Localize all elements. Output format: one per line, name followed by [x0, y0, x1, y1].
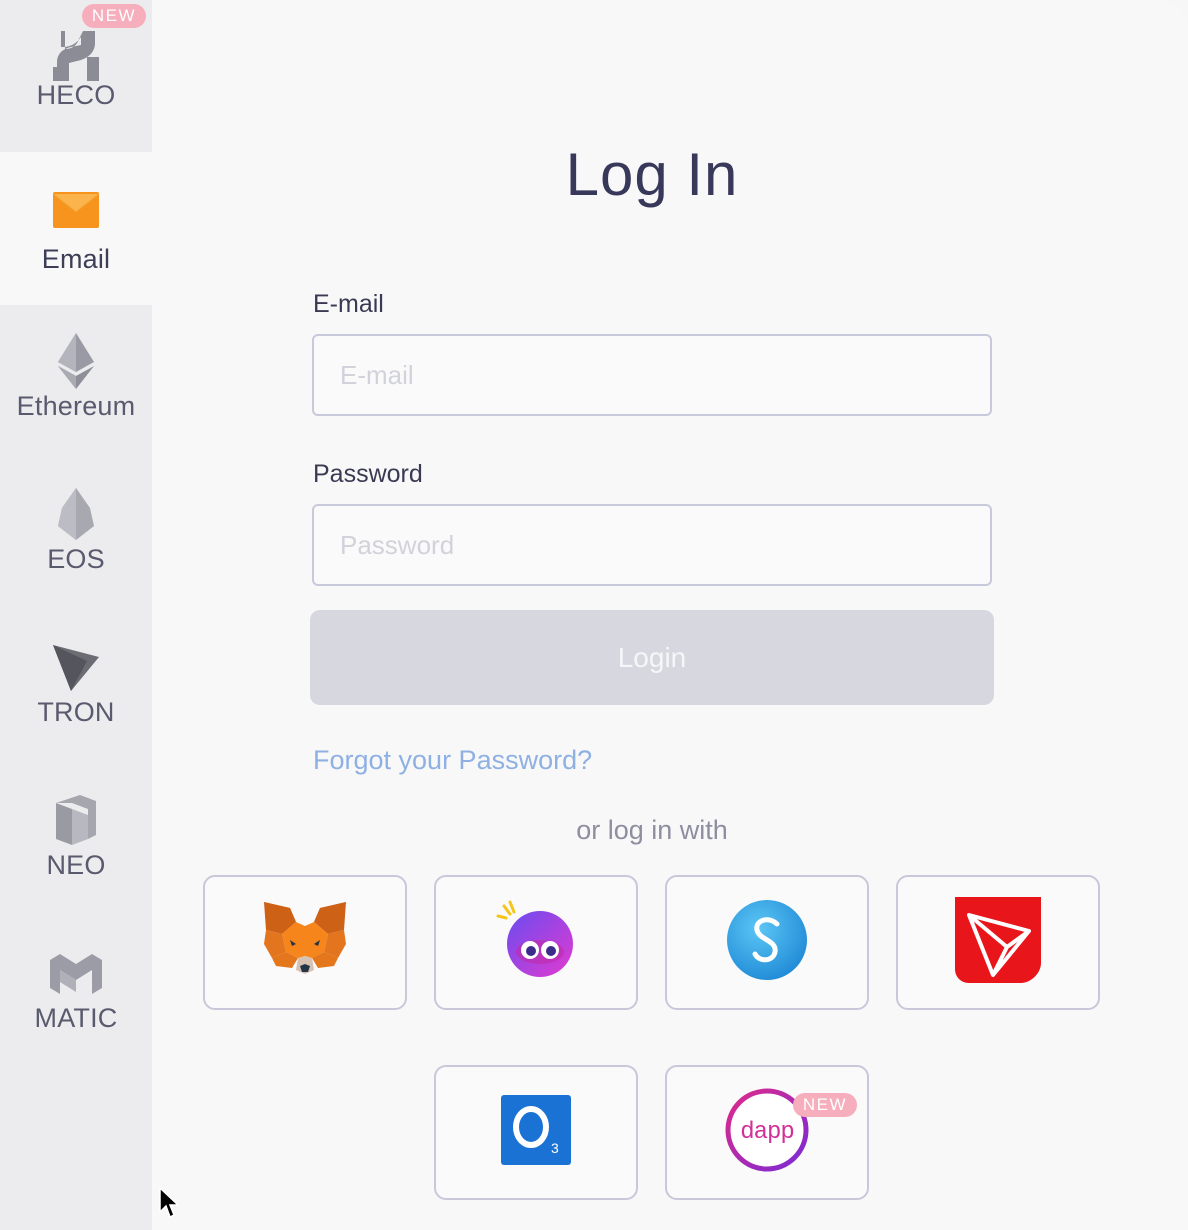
sidebar-item-label: MATIC	[34, 1003, 118, 1033]
forgot-password-link[interactable]: Forgot your Password?	[313, 745, 592, 776]
mouse-cursor-icon	[158, 1186, 180, 1225]
svg-text:3: 3	[551, 1140, 559, 1156]
new-badge: NEW	[792, 1093, 857, 1117]
metamask-login-button[interactable]	[203, 875, 407, 1010]
o3-login-button[interactable]: 3	[434, 1065, 638, 1200]
o3-icon: 3	[501, 1095, 571, 1170]
sidebar: HECO NEW Email Ethereum EOS TRON NEO MAT…	[0, 0, 152, 1230]
sidebar-item-label: Email	[41, 244, 111, 274]
password-label: Password	[313, 460, 423, 488]
sidebar-item-heco[interactable]: HECO NEW	[0, 0, 152, 153]
neo-icon	[46, 790, 106, 850]
heco-icon	[46, 26, 106, 86]
sidebar-item-matic[interactable]: MATIC	[0, 917, 152, 1070]
eos-icon	[46, 484, 106, 544]
password-field[interactable]	[312, 504, 992, 586]
blue-s-login-button[interactable]	[665, 875, 869, 1010]
wallet-eyes-icon	[496, 900, 576, 985]
sidebar-item-label: NEO	[46, 850, 106, 880]
login-window: HECO NEW Email Ethereum EOS TRON NEO MAT…	[0, 0, 1188, 1230]
ethereum-icon	[46, 331, 106, 391]
dapp-login-button[interactable]: dapp NEW	[665, 1065, 869, 1200]
email-field[interactable]	[312, 334, 992, 416]
sidebar-item-eos[interactable]: EOS	[0, 458, 152, 611]
email-icon	[46, 180, 106, 240]
svg-text:dapp: dapp	[740, 1119, 794, 1146]
sidebar-item-email[interactable]: Email	[0, 152, 152, 305]
sidebar-item-label: TRON	[37, 697, 115, 727]
sidebar-item-tron[interactable]: TRON	[0, 611, 152, 764]
page-title: Log In	[565, 141, 739, 208]
sidebar-item-label: HECO	[36, 80, 116, 110]
tronlink-icon	[955, 897, 1041, 988]
email-label: E-mail	[313, 290, 384, 318]
login-button[interactable]: Login	[310, 610, 994, 705]
matic-icon	[46, 943, 106, 1003]
or-login-with-text: or log in with	[576, 815, 728, 845]
tronlink-login-button[interactable]	[896, 875, 1100, 1010]
tron-icon	[46, 637, 106, 697]
metamask-fox-icon	[262, 900, 348, 985]
sidebar-item-label: EOS	[47, 544, 105, 574]
blue-s-icon	[725, 898, 809, 987]
sidebar-item-neo[interactable]: NEO	[0, 764, 152, 917]
sidebar-item-label: Ethereum	[16, 391, 136, 421]
wallet-eyes-login-button[interactable]	[434, 875, 638, 1010]
sidebar-item-ethereum[interactable]: Ethereum	[0, 305, 152, 458]
new-badge: NEW	[81, 4, 146, 28]
